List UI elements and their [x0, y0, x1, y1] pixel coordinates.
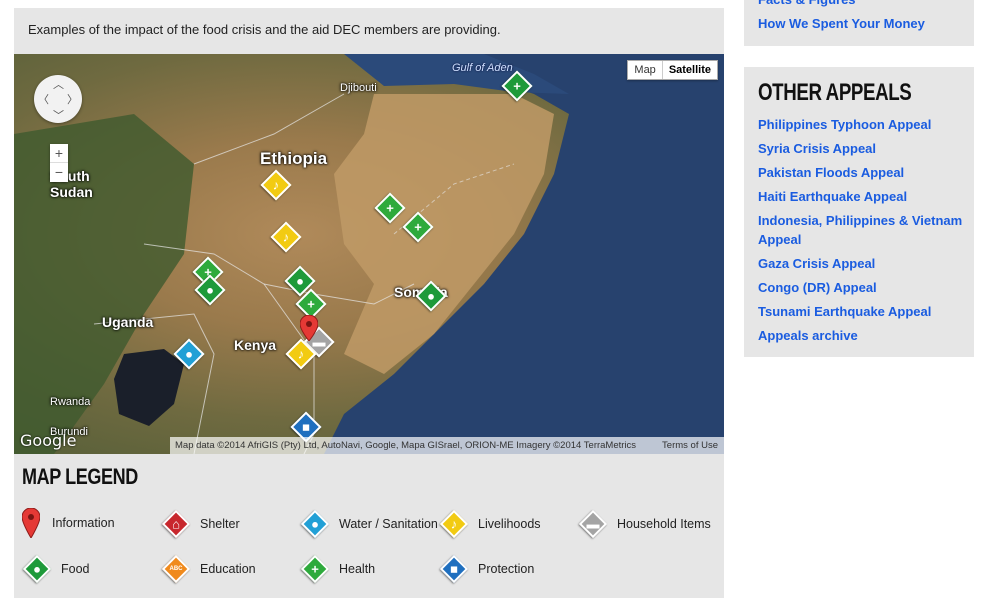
- pan-right-icon[interactable]: 〉: [67, 91, 78, 107]
- shelter-icon: ⌂: [161, 509, 191, 539]
- appeal-link[interactable]: Tsunami Earthquake Appeal: [758, 302, 963, 321]
- legend-item-protection: ■ Protection: [439, 554, 535, 584]
- health-cross-icon: +: [386, 200, 394, 216]
- health-cross-icon: +: [300, 554, 330, 584]
- health-cross-icon: +: [414, 219, 422, 235]
- legend-label: Education: [200, 562, 256, 576]
- legend-label: Protection: [478, 562, 535, 576]
- pan-control[interactable]: ︿ ﹀ 〈 〉: [34, 75, 82, 123]
- map-caption-bar: Examples of the impact of the food crisi…: [14, 8, 724, 54]
- legend-item-shelter: ⌂ Shelter: [161, 509, 240, 539]
- page: Examples of the impact of the food crisi…: [0, 0, 989, 613]
- map-type-map-button[interactable]: Map: [628, 61, 661, 79]
- appeal-link[interactable]: Pakistan Floods Appeal: [758, 163, 963, 182]
- legend-item-health: + Health: [300, 554, 376, 584]
- map-attribution: Map data ©2014 AfriGIS (Pty) Ltd, AutoNa…: [170, 437, 724, 454]
- map-label-djibouti: Djibouti: [340, 82, 377, 94]
- zoom-control: + −: [50, 144, 68, 182]
- information-pin-icon[interactable]: [300, 315, 318, 341]
- health-cross-icon: +: [513, 78, 521, 94]
- livelihoods-icon: ♪: [297, 346, 305, 362]
- google-logo: Google: [20, 431, 77, 450]
- legend-label: Livelihoods: [478, 517, 541, 531]
- legend-item-education: ABC Education: [161, 554, 256, 584]
- food-apple-icon: ●: [22, 554, 52, 584]
- map-label-ethiopia: Ethiopia: [260, 149, 328, 168]
- livelihoods-icon: ♪: [439, 509, 469, 539]
- appeal-link[interactable]: Indonesia, Philippines & Vietnam Appeal: [758, 211, 963, 249]
- map-type-control: Map Satellite: [627, 60, 718, 80]
- food-apple-icon: ●: [296, 273, 304, 289]
- sidebar-link-facts-figures[interactable]: Facts & Figures: [758, 0, 963, 9]
- map-legend: MAP LEGEND Information ⌂ Shelter ● Water…: [14, 454, 724, 598]
- education-abc-icon: ABC: [161, 554, 191, 584]
- appeal-link[interactable]: Gaza Crisis Appeal: [758, 254, 963, 273]
- livelihoods-icon: ♪: [282, 229, 290, 245]
- sidebar-related-box: Facts & Figures How We Spent Your Money: [744, 0, 974, 46]
- food-apple-icon: ●: [206, 282, 214, 298]
- appeal-link[interactable]: Congo (DR) Appeal: [758, 278, 963, 297]
- appeal-link[interactable]: Philippines Typhoon Appeal: [758, 115, 963, 134]
- legend-item-water-sanitation: ● Water / Sanitation: [300, 509, 438, 539]
- pan-left-icon[interactable]: 〈: [38, 91, 49, 107]
- map-type-satellite-button[interactable]: Satellite: [661, 61, 717, 79]
- pan-up-icon[interactable]: ︿: [53, 76, 64, 92]
- map-label-gulf-of-aden: Gulf of Aden: [452, 62, 513, 74]
- livelihoods-icon: ♪: [272, 177, 280, 193]
- legend-item-household-items: ▬ Household Items: [578, 509, 711, 539]
- household-items-icon: ▬: [578, 509, 608, 539]
- legend-label: Shelter: [200, 517, 240, 531]
- sidebar-link-how-we-spent[interactable]: How We Spent Your Money: [758, 14, 963, 33]
- appeals-archive-link[interactable]: Appeals archive: [758, 326, 963, 345]
- sidebar-other-appeals: OTHER APPEALS Philippines Typhoon Appeal…: [744, 67, 974, 357]
- zoom-out-button[interactable]: −: [50, 163, 68, 182]
- water-drop-icon: ●: [300, 509, 330, 539]
- pan-down-icon[interactable]: ﹀: [53, 107, 64, 123]
- appeal-link[interactable]: Syria Crisis Appeal: [758, 139, 963, 158]
- map-label-uganda: Uganda: [102, 314, 154, 330]
- legend-label: Food: [61, 562, 90, 576]
- map-label-sudan: Sudan: [50, 184, 93, 200]
- information-pin-icon: [22, 508, 40, 538]
- satellite-terrain: [14, 54, 724, 454]
- legend-label: Information: [52, 516, 115, 530]
- legend-label: Household Items: [617, 517, 711, 531]
- terms-of-use-link[interactable]: Terms of Use: [662, 437, 718, 454]
- map-attribution-text: Map data ©2014 AfriGIS (Pty) Ltd, AutoNa…: [175, 440, 637, 451]
- map-caption: Examples of the impact of the food crisi…: [28, 22, 501, 37]
- legend-title: MAP LEGEND: [22, 464, 138, 489]
- appeal-link[interactable]: Haiti Earthquake Appeal: [758, 187, 963, 206]
- map-label-kenya: Kenya: [234, 337, 277, 353]
- legend-label: Water / Sanitation: [339, 517, 438, 531]
- legend-item-livelihoods: ♪ Livelihoods: [439, 509, 541, 539]
- water-drop-icon: ●: [185, 346, 193, 362]
- food-apple-icon: ●: [427, 288, 435, 304]
- legend-label: Health: [339, 562, 376, 576]
- map-label-rwanda: Rwanda: [50, 396, 91, 408]
- zoom-in-button[interactable]: +: [50, 144, 68, 163]
- health-cross-icon: +: [307, 296, 315, 312]
- map-view[interactable]: Gulf of Aden Djibouti Ethiopia South Sud…: [14, 54, 724, 454]
- protection-shield-icon: ■: [439, 554, 469, 584]
- legend-item-information: Information: [22, 508, 115, 538]
- protection-shield-icon: ■: [302, 419, 310, 435]
- legend-item-food: ● Food: [22, 554, 90, 584]
- other-appeals-title: OTHER APPEALS: [758, 79, 912, 106]
